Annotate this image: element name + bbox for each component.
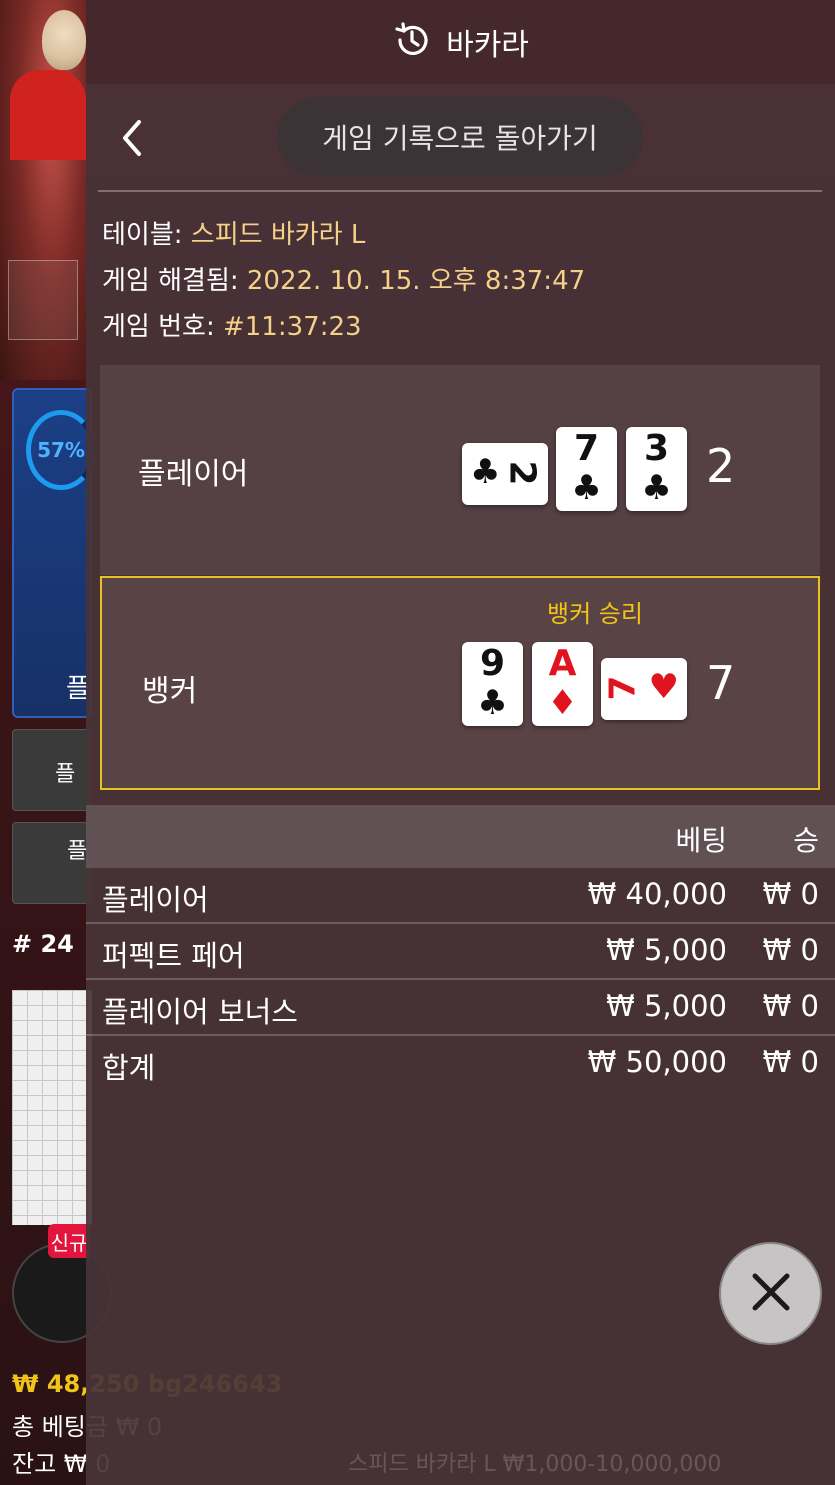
win-column-header: 승 [793, 824, 819, 857]
bet-table-header: 베팅 승 [86, 805, 835, 868]
bet-row: 퍼펙트 페어 ₩ 5,000 ₩ 0 [86, 925, 835, 980]
game-number-label: 게임 번호: [102, 312, 215, 342]
panel-header: 바카라 [86, 0, 835, 84]
player-pair-label: 플 [67, 839, 88, 864]
bead-road [12, 990, 92, 1225]
close-button[interactable] [719, 1242, 822, 1345]
bet-row: 플레이어 ₩ 40,000 ₩ 0 [86, 869, 835, 924]
bet-row-amount: ₩ 5,000 [606, 989, 727, 1023]
resolved-time-label: 게임 해결됨: [102, 266, 239, 296]
dealer-body [10, 70, 86, 160]
round-number: # 24 [12, 930, 74, 958]
game-number: 게임 번호: #11:37:23 [102, 306, 362, 343]
player-hand-box: 플레이어 ♣ 2 7 ♣ 3 ♣ 2 [100, 365, 820, 575]
player-bonus-label: 플 [55, 762, 76, 787]
card-suit: ♥ [648, 667, 679, 707]
back-to-history-button[interactable]: 게임 기록으로 돌아가기 [277, 97, 643, 177]
game-history-panel: 바카라 게임 기록으로 돌아가기 테이블: 스피드 바카라 L 게임 해결됨: … [86, 0, 835, 1485]
bet-row-amount: ₩ 5,000 [606, 933, 727, 967]
bet-total-amount: ₩ 50,000 [587, 1045, 727, 1079]
banker-hand-label: 뱅커 [142, 674, 198, 709]
bet-row-win: ₩ 0 [762, 877, 819, 911]
bet-total-win: ₩ 0 [762, 1045, 819, 1079]
game-number-value: #11:37:23 [222, 312, 362, 342]
bet-total-name: 합계 [102, 1051, 156, 1085]
resolved-time: 게임 해결됨: 2022. 10. 15. 오후 8:37:47 [102, 260, 585, 297]
bet-row-amount: ₩ 40,000 [587, 877, 727, 911]
bet-row: 플레이어 보너스 ₩ 5,000 ₩ 0 [86, 981, 835, 1036]
banker-card-2: A ♦ [532, 642, 593, 726]
back-button[interactable] [112, 118, 152, 162]
bet-total-row: 합계 ₩ 50,000 ₩ 0 [86, 1037, 835, 1092]
resolved-time-value: 2022. 10. 15. 오후 8:37:47 [246, 266, 586, 296]
bet-row-name: 플레이어 [102, 883, 209, 917]
card-rank: 7 [602, 675, 644, 701]
banker-hand-box: 뱅커 승리 뱅커 9 ♣ A ♦ ♥ 7 7 [100, 576, 820, 790]
banker-card-3: ♥ 7 [601, 658, 687, 720]
card-suit: ♦ [547, 683, 578, 723]
card-shoe [8, 260, 78, 340]
dealer-head [42, 10, 86, 70]
divider [98, 190, 822, 192]
banker-win-text: 뱅커 승리 [547, 600, 643, 628]
close-icon [749, 1270, 793, 1318]
table-limit-text: 스피드 바카라 L ₩1,000-10,000,000 [348, 1452, 722, 1477]
card-suit: ♣ [470, 452, 501, 492]
bet-row-name: 플레이어 보너스 [102, 995, 298, 1029]
bet-row-name: 퍼펙트 페어 [102, 939, 245, 973]
player-hand-label: 플레이어 [138, 457, 249, 492]
bet-column-header: 베팅 [675, 824, 727, 857]
card-rank: A [548, 643, 577, 684]
card-rank: 3 [643, 428, 670, 469]
history-icon [392, 20, 432, 64]
banker-card-1: 9 ♣ [462, 642, 523, 726]
player-card-3: 3 ♣ [626, 427, 687, 511]
bet-row-win: ₩ 0 [762, 989, 819, 1023]
card-suit: ♣ [477, 683, 508, 723]
card-rank: 2 [501, 460, 543, 486]
card-rank: 7 [573, 428, 600, 469]
card-suit: ♣ [571, 468, 602, 508]
table-info-label: 테이블: [102, 220, 183, 250]
player-card-2: 7 ♣ [556, 427, 617, 511]
chevron-left-icon [119, 118, 145, 162]
new-badge: 신규 [48, 1224, 90, 1258]
panel-title: 바카라 [446, 28, 529, 63]
player-bonus-bet-button[interactable]: 플 [12, 729, 92, 811]
banker-score: 7 [706, 656, 736, 710]
bet-row-win: ₩ 0 [762, 933, 819, 967]
player-score: 2 [706, 439, 736, 493]
card-suit: ♣ [641, 468, 672, 508]
player-pair-bet-button[interactable]: 플 [12, 822, 92, 904]
table-info: 테이블: 스피드 바카라 L [102, 214, 365, 251]
player-card-1: ♣ 2 [462, 443, 548, 505]
table-info-value: 스피드 바카라 L [190, 220, 366, 250]
card-rank: 9 [479, 643, 506, 684]
